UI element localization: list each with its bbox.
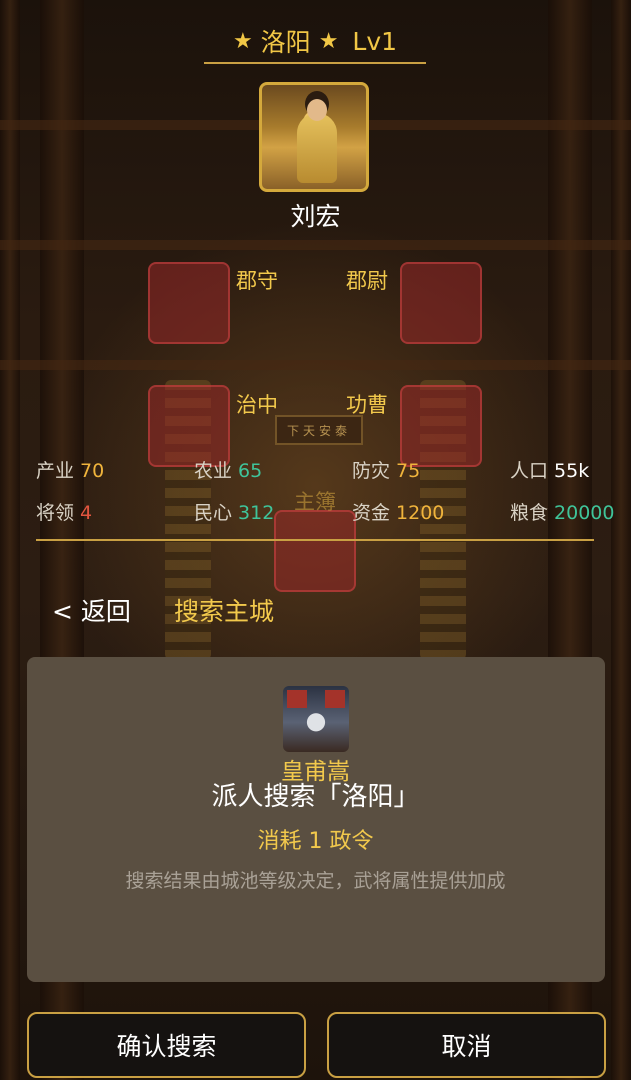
dialog-title: 派人搜索「洛阳」 — [211, 782, 420, 812]
city-level: Lv1 — [352, 26, 398, 56]
label-zhubu: 主簿 — [294, 490, 336, 514]
stat-generals: 将领 4 — [36, 502, 93, 524]
slot-junshou[interactable] — [148, 262, 230, 344]
banner-icon — [325, 690, 345, 708]
slot-zhubu[interactable] — [274, 510, 356, 592]
general-avatar[interactable] — [283, 686, 349, 752]
stat-food: 粮食 20000 — [510, 502, 615, 524]
slot-gongcao[interactable] — [400, 385, 482, 467]
stat-industry: 产业 70 — [36, 460, 105, 482]
ruler-head — [307, 99, 327, 121]
slot-zhizhong[interactable] — [148, 385, 230, 467]
back-button[interactable]: < 返回 — [52, 592, 131, 628]
slot-junwei[interactable] — [400, 262, 482, 344]
banner-icon — [287, 690, 307, 708]
stats-divider — [36, 539, 594, 541]
ruler-figure — [297, 113, 337, 183]
ruler-portrait[interactable] — [259, 82, 369, 192]
cancel-button[interactable]: 取消 — [327, 1012, 606, 1078]
palace-beam — [0, 360, 631, 370]
palace-pillar — [0, 0, 20, 1080]
stat-morale: 民心 312 — [194, 502, 275, 524]
stat-agriculture: 农业 65 — [194, 460, 263, 482]
palace-pillar — [611, 0, 631, 1080]
stat-population: 人口 55k — [510, 460, 590, 482]
palace-beam — [0, 240, 631, 250]
city-title: ★ 洛阳 ★ Lv1 — [204, 20, 426, 64]
palace-plaque: 下天安泰 — [275, 415, 363, 445]
stat-funds: 资金 1200 — [352, 502, 445, 524]
star-icon: ★ — [232, 28, 253, 54]
confirm-search-button[interactable]: 确认搜索 — [27, 1012, 306, 1078]
dialog-hint: 搜索结果由城池等级决定，武将属性提供加成 — [125, 870, 506, 892]
city-name: 洛阳 — [260, 28, 311, 57]
ruler-name: 刘宏 — [290, 202, 341, 231]
page-title: 搜索主城 — [174, 597, 275, 626]
dialog-cost: 消耗 1 政令 — [257, 829, 374, 854]
stat-defense: 防灾 75 — [352, 460, 421, 482]
label-junwei: 郡尉 — [346, 269, 388, 293]
label-zhizhong: 治中 — [236, 393, 278, 417]
label-junshou: 郡守 — [236, 269, 278, 293]
label-gongcao: 功曹 — [346, 393, 388, 417]
star-icon: ★ — [318, 28, 339, 54]
